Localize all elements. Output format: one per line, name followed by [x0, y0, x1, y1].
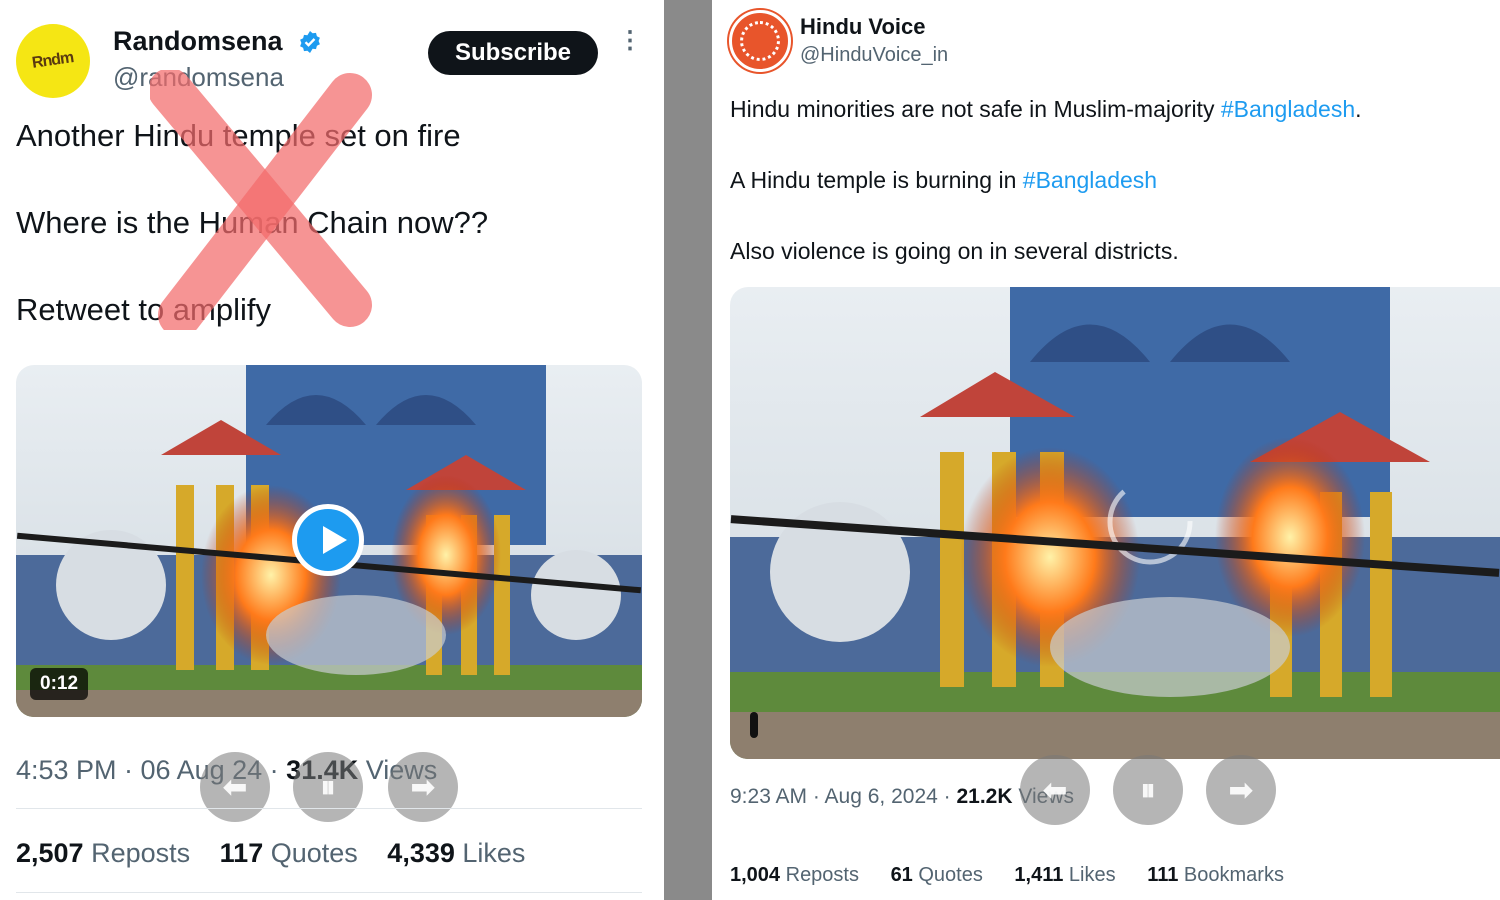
subscribe-button[interactable]: Subscribe [428, 31, 598, 75]
rewind-icon[interactable]: ⬅ [1020, 755, 1090, 825]
right-tweet-card: Hindu Voice @HinduVoice_in Hindu minorit… [712, 0, 1500, 900]
forward-icon[interactable]: ➡ [1206, 755, 1276, 825]
reposts-stat[interactable]: 2,507 Reposts [16, 838, 190, 868]
play-icon[interactable] [292, 504, 364, 576]
video-player[interactable] [730, 287, 1500, 759]
randomsena-avatar[interactable]: Rndm [16, 24, 90, 98]
hindu-voice-avatar[interactable] [729, 10, 791, 72]
likes-stat[interactable]: 1,411 Likes [1014, 864, 1115, 886]
tweet-text-line-3: Retweet to amplify [16, 292, 271, 327]
author-handle[interactable]: @HinduVoice_in [800, 44, 948, 67]
tweet-text-line-2: Where is the Human Chain now?? [16, 205, 489, 240]
rewind-icon[interactable]: ⬅ [200, 752, 270, 822]
views-count: 21.2K [956, 785, 1013, 808]
pause-icon[interactable]: ⏸ [293, 752, 363, 822]
divider [16, 892, 642, 893]
hashtag-link[interactable]: #Bangladesh [1221, 96, 1355, 122]
likes-stat[interactable]: 4,339 Likes [387, 838, 525, 868]
tweet-text-line-3: Also violence is going on in several dis… [730, 238, 1179, 264]
video-progress-marker [750, 712, 758, 738]
author-name[interactable]: Hindu Voice [800, 14, 926, 40]
more-options-icon[interactable]: ⋮ [618, 29, 642, 68]
engagement-stats: 2,507 Reposts 117 Quotes 4,339 Likes [16, 838, 525, 869]
fake-cross-mark-icon [150, 70, 372, 330]
avatar-logo-text: Rndm [31, 49, 75, 72]
quotes-stat[interactable]: 117 Quotes [220, 838, 358, 868]
hashtag-link[interactable]: #Bangladesh [1023, 167, 1157, 193]
tweet-text-line-1: Another Hindu temple set on fire [16, 118, 461, 153]
author-name[interactable]: Randomsena [113, 26, 283, 57]
video-duration: 0:12 [30, 668, 89, 700]
tweet-text-line-1: Hindu minorities are not safe in Muslim-… [730, 96, 1362, 122]
forward-icon[interactable]: ➡ [388, 752, 458, 822]
tweet-text-line-2: A Hindu temple is burning in #Bangladesh [730, 167, 1158, 193]
bookmarks-stat[interactable]: 111 Bookmarks [1147, 864, 1284, 886]
engagement-stats: 1,004 Reposts 61 Quotes 1,411 Likes 111 … [730, 864, 1284, 887]
timestamp: 9:23 AM · Aug 6, 2024 · [730, 785, 957, 808]
divider [16, 808, 642, 809]
verified-badge-icon [300, 31, 320, 53]
avatar-emblem-icon [740, 21, 780, 61]
pause-icon[interactable]: ⏸ [1113, 755, 1183, 825]
reposts-stat[interactable]: 1,004 Reposts [730, 864, 859, 886]
quotes-stat[interactable]: 61 Quotes [891, 864, 983, 886]
left-tweet-card: Rndm Randomsena @randomsena Subscribe ⋮ … [0, 0, 664, 900]
author-handle[interactable]: @randomsena [113, 62, 284, 93]
